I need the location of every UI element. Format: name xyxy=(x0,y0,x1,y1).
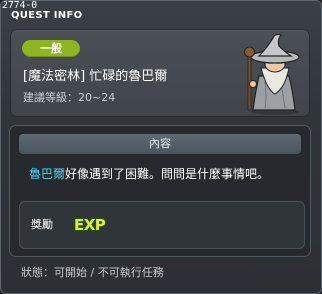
exp-label: EXP xyxy=(74,216,106,233)
window-title: QUEST INFO xyxy=(11,10,83,21)
category-badge: 一般 xyxy=(22,40,80,57)
recommended-level: 建議等級：20~24 xyxy=(23,91,116,104)
quest-description: 魯巴爾好像遇到了困難。問問是什麼事情吧。 xyxy=(29,166,269,182)
reward-label: 獎勵 xyxy=(31,218,53,231)
content-header: 內容 xyxy=(19,134,301,154)
quest-name: [魔法密林] 忙碌的魯巴爾 xyxy=(23,69,168,84)
exp-icon: EXP xyxy=(73,215,107,233)
content-panel: 內容 魯巴爾好像遇到了困難。問問是什麼事情吧。 獎勵 EXP xyxy=(9,125,311,257)
title-bar[interactable]: 2774-0 QUEST INFO xyxy=(1,1,321,25)
npc-name-highlight: 魯巴爾 xyxy=(29,167,66,181)
quest-summary-card: 一般 [魔法密林] 忙碌的魯巴爾 建議等級：20~24 xyxy=(10,29,310,117)
quest-info-window: 2774-0 QUEST INFO 一般 [魔法密林] 忙碌的魯巴爾 建議等級：… xyxy=(0,0,322,294)
reward-box: 獎勵 EXP xyxy=(19,201,305,249)
npc-wizard-icon xyxy=(244,33,300,115)
quest-status: 狀態：可開始 / 不可執行任務 xyxy=(21,266,164,279)
description-text: 好像遇到了困難。問問是什麼事情吧。 xyxy=(65,167,270,181)
